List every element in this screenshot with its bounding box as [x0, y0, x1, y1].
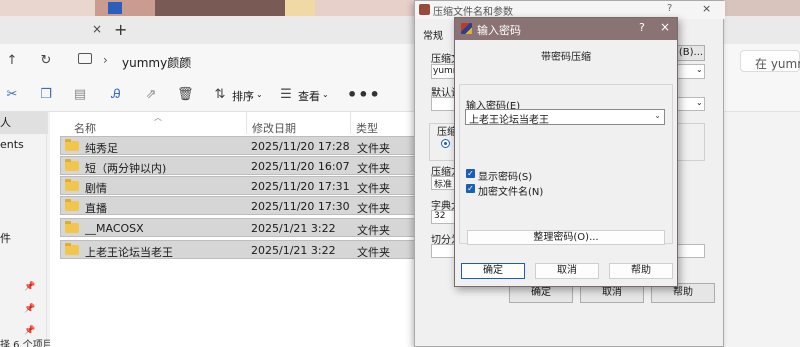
password-help-button[interactable]: 帮助: [609, 263, 673, 279]
password-cancel-button[interactable]: 取消: [535, 263, 599, 279]
file-type: 文件夹: [357, 142, 390, 155]
chevron-down-icon: ⌄: [322, 90, 329, 99]
computer-icon: [78, 53, 92, 64]
file-date: 2025/11/20 17:30: [251, 200, 350, 213]
view-icon[interactable]: ☰: [278, 87, 294, 103]
winrar-icon: [419, 4, 430, 15]
encrypt-filenames-label[interactable]: 加密文件名(N): [478, 183, 543, 198]
new-tab-icon[interactable]: +: [114, 20, 127, 39]
chevron-down-icon: ⌄: [256, 90, 263, 99]
breadcrumb-folder[interactable]: yummy颜颜: [122, 54, 191, 71]
file-name: 上老王论坛当老王: [85, 246, 173, 259]
folder-icon: [65, 139, 79, 151]
file-name: 纯秀足: [85, 142, 118, 155]
chevron-down-icon[interactable]: ⌄: [654, 111, 661, 120]
file-type: 文件夹: [357, 224, 390, 237]
rename-icon[interactable]: Ꭿ: [108, 87, 124, 103]
file-date: 2025/11/20 17:28: [251, 140, 350, 153]
encrypt-filenames-checkbox[interactable]: ✓: [466, 184, 475, 193]
file-row[interactable]: 纯秀足 2025/11/20 17:28 文件夹: [60, 136, 415, 155]
status-bar-text: 择 6 个项目: [0, 340, 53, 347]
file-row[interactable]: 剧情 2025/11/20 17:31 文件夹: [60, 176, 415, 195]
copy-icon[interactable]: ❐: [38, 87, 54, 103]
file-type: 文件夹: [357, 202, 390, 215]
file-name: 剧情: [85, 182, 107, 195]
file-type: 文件夹: [357, 162, 390, 175]
delete-icon[interactable]: 🗑: [177, 87, 194, 103]
share-icon[interactable]: ⇗: [143, 87, 159, 103]
breadcrumb-separator: ›: [184, 53, 189, 67]
file-row[interactable]: 直播 2025/11/20 17:30 文件夹: [60, 196, 415, 215]
file-type: 文件夹: [357, 246, 390, 259]
search-placeholder: 在 yummy: [755, 57, 800, 71]
pane-divider: [46, 112, 47, 347]
dictionary-value: 32: [434, 211, 446, 221]
nav-item-1[interactable]: ents: [0, 134, 48, 156]
password-value: 上老王论坛当老王: [469, 115, 549, 126]
search-input[interactable]: 在 yummy: [740, 50, 800, 72]
up-arrow-icon[interactable]: ↑: [4, 53, 20, 69]
winrar-icon: [461, 23, 472, 34]
password-dialog: 输入密码 ? × 带密码压缩 输入密码(E) 上老王论坛当老王 ⌄ ✓ 显示密码…: [454, 17, 678, 287]
chevron-down-icon: ⌄: [696, 65, 703, 74]
column-header-name[interactable]: 名称: [74, 120, 96, 136]
folder-icon: [65, 221, 79, 233]
paste-icon[interactable]: ▤: [72, 87, 88, 103]
archive-dialog-title: 压缩文件名和参数: [433, 7, 513, 18]
nav-item-2[interactable]: 件: [0, 228, 48, 250]
pin-icon[interactable]: 📌: [24, 304, 35, 314]
view-button[interactable]: 查看: [298, 88, 320, 104]
password-ok-button[interactable]: 确定: [461, 263, 525, 279]
manage-passwords-button[interactable]: 整理密码(O)...: [467, 230, 665, 245]
folder-icon: [65, 159, 79, 171]
column-divider[interactable]: [350, 112, 351, 134]
file-date: 2025/1/21 3:22: [251, 222, 336, 235]
folder-icon: [65, 179, 79, 191]
breadcrumb-separator: ›: [103, 53, 108, 67]
browse-button[interactable]: (B)...: [677, 45, 705, 61]
file-row[interactable]: 短（两分钟以内) 2025/11/20 16:07 文件夹: [60, 156, 415, 175]
method-value: 标准: [434, 180, 453, 190]
file-list: ︿ 名称 修改日期 类型 纯秀足 2025/11/20 17:28 文件夹 短（…: [50, 112, 415, 347]
column-header-type[interactable]: 类型: [356, 120, 378, 136]
show-password-checkbox[interactable]: ✓: [466, 169, 475, 178]
breadcrumb[interactable]: › yummy颜颜 ›: [68, 48, 408, 74]
navigation-pane: 人 ents 件 📌 📌 📌: [0, 112, 50, 347]
password-input[interactable]: 上老王论坛当老王 ⌄: [465, 109, 665, 126]
refresh-icon[interactable]: ↻: [38, 53, 54, 69]
file-date: 2025/11/20 16:07: [251, 160, 350, 173]
chevron-down-icon: ⌄: [696, 98, 703, 107]
file-name: 直播: [85, 202, 107, 215]
sort-icon[interactable]: ⇅: [212, 87, 228, 103]
file-row[interactable]: 上老王论坛当老王 2025/1/21 3:22 文件夹: [60, 240, 415, 259]
file-name: __MACOSX: [85, 222, 144, 235]
pin-icon[interactable]: 📌: [24, 282, 35, 292]
close-icon[interactable]: ×: [660, 20, 670, 34]
folder-icon: [65, 243, 79, 255]
file-date: 2025/1/21 3:22: [251, 244, 336, 257]
format-radio[interactable]: [441, 139, 450, 148]
folder-icon: [65, 199, 79, 211]
file-name: 短（两分钟以内): [85, 162, 167, 175]
column-divider[interactable]: [246, 112, 247, 134]
help-icon[interactable]: ?: [667, 3, 672, 14]
file-row[interactable]: __MACOSX 2025/1/21 3:22 文件夹: [60, 218, 415, 237]
sort-caret-icon: ︿: [154, 113, 162, 122]
show-password-label[interactable]: 显示密码(S): [478, 168, 532, 183]
sort-button[interactable]: 排序: [232, 88, 254, 104]
password-dialog-heading: 带密码压缩: [541, 52, 591, 63]
file-date: 2025/11/20 17:31: [251, 180, 350, 193]
help-icon[interactable]: ?: [639, 21, 645, 34]
password-dialog-titlebar[interactable]: 输入密码 ? ×: [455, 18, 677, 40]
nav-item-0[interactable]: 人: [0, 112, 48, 134]
cut-icon[interactable]: ✂: [4, 87, 20, 103]
more-options-icon[interactable]: •••: [347, 85, 381, 104]
tab-general[interactable]: 常规: [423, 27, 443, 42]
pin-icon[interactable]: 📌: [24, 326, 35, 336]
close-icon[interactable]: ×: [702, 2, 711, 15]
file-type: 文件夹: [357, 182, 390, 195]
tab-close-icon[interactable]: ×: [90, 22, 104, 36]
password-dialog-title: 输入密码: [477, 24, 521, 37]
column-header-date[interactable]: 修改日期: [252, 120, 296, 136]
